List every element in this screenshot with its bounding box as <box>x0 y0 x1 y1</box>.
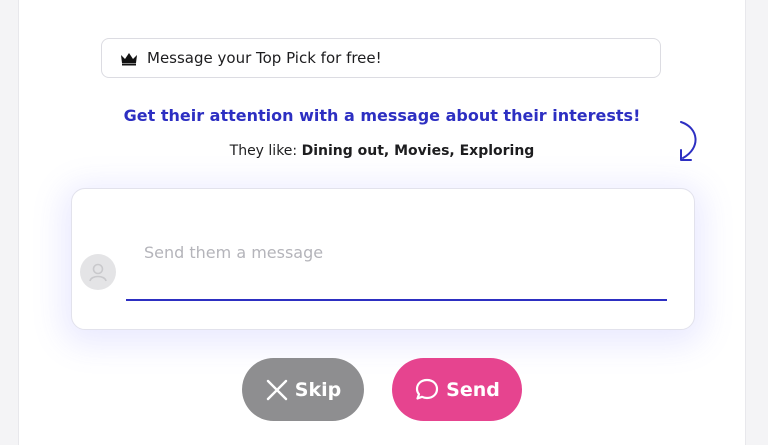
message-input[interactable] <box>126 229 667 301</box>
chat-bubble-icon <box>416 378 439 400</box>
avatar <box>80 254 116 290</box>
skip-button-label: Skip <box>294 378 342 401</box>
top-pick-banner: Message your Top Pick for free! <box>101 38 661 78</box>
skip-button[interactable]: Skip <box>242 358 364 421</box>
prompt-headline: Get their attention with a message about… <box>123 106 641 125</box>
send-button[interactable]: Send <box>392 358 522 421</box>
curved-arrow-icon <box>675 120 705 166</box>
banner-text: Message your Top Pick for free! <box>147 49 382 67</box>
interests-values: Dining out, Movies, Exploring <box>301 143 535 159</box>
crown-icon <box>120 51 138 66</box>
close-icon <box>266 379 287 400</box>
match-message-panel: Message your Top Pick for free! Get thei… <box>18 0 746 445</box>
send-button-label: Send <box>446 378 500 401</box>
interests-line: They like: Dining out, Movies, Exploring <box>19 143 745 159</box>
user-icon <box>89 263 107 282</box>
they-like-label: They like: <box>229 143 298 159</box>
message-composer <box>71 188 695 330</box>
